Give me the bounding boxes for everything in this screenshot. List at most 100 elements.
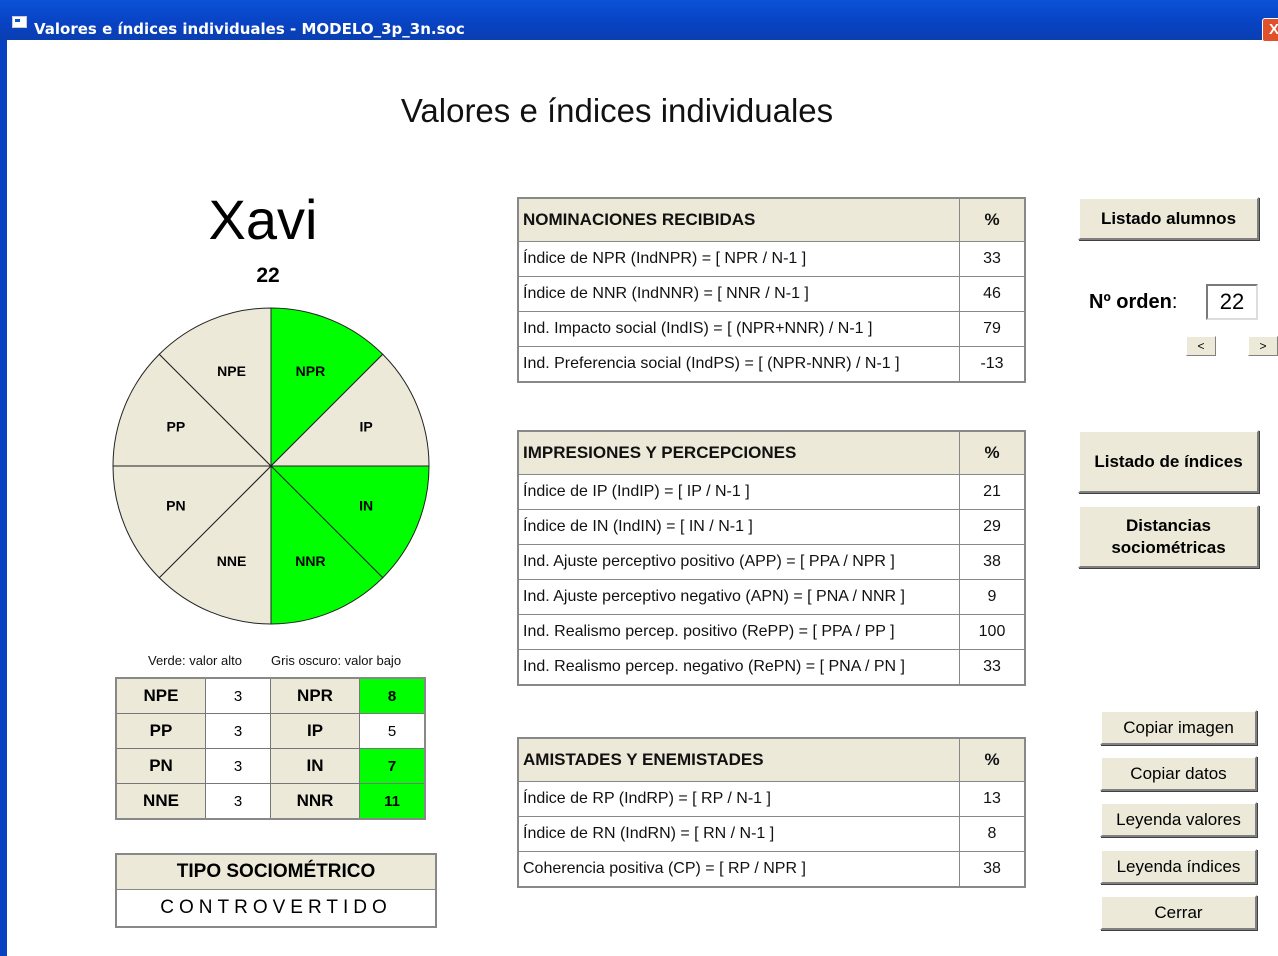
index-name: Ind. Impacto social (IndIS) = [ (NPR+NNR… [517,311,960,347]
table-row: Ind. Ajuste perceptivo positivo (APP) = … [517,544,1026,580]
index-name: Índice de IP (IndIP) = [ IP / N-1 ] [517,474,960,510]
listado-indices-button[interactable]: Listado de índices [1078,430,1259,493]
index-value: 33 [959,649,1026,686]
index-value: 38 [959,544,1026,580]
value-number: 7 [359,748,426,784]
sociometric-pie-chart: NPR IP IN NNR NNE PN PP NPE [112,307,430,625]
pie-label-in: IN [359,497,373,513]
index-value: 38 [959,851,1026,888]
student-number: 22 [256,264,280,287]
table-row: Índice de NNR (IndNNR) = [ NNR / N-1 ] 46 [517,276,1026,312]
sociometric-type-box: TIPO SOCIOMÉTRICO CONTROVERTIDO [115,853,437,928]
table-header: IMPRESIONES Y PERCEPCIONES [517,430,960,475]
index-name: Índice de NPR (IndNPR) = [ NPR / N-1 ] [517,241,960,277]
sociometric-type-header: TIPO SOCIOMÉTRICO [117,855,435,890]
index-value: 29 [959,509,1026,545]
copiar-imagen-button[interactable]: Copiar imagen [1100,710,1257,745]
value-label: PN [115,748,206,784]
percent-header: % [959,737,1026,782]
copiar-datos-button[interactable]: Copiar datos [1100,756,1257,791]
value-label: IN [270,748,360,784]
cerrar-button[interactable]: Cerrar [1100,895,1257,930]
pie-label-pp: PP [166,419,185,435]
orden-label-text: Nº orden [1089,291,1172,313]
pie-label-pn: PN [166,497,185,513]
values-table-row: PN 3 IN 7 [115,748,426,784]
pie-label-nnr: NNR [295,553,325,569]
table-header-row: NOMINACIONES RECIBIDAS% [517,197,1026,242]
value-label: NNR [270,783,360,820]
table-row: Índice de RN (IndRN) = [ RN / N-1 ] 8 [517,816,1026,852]
window-titlebar: Valores e índices individuales - MODELO_… [0,0,1278,42]
value-label: PP [115,713,206,749]
index-value: 100 [959,614,1026,650]
legend-gray-text: Gris oscuro: valor bajo [271,653,402,668]
table-row: Ind. Realismo percep. positivo (RePP) = … [517,614,1026,650]
value-number: 3 [205,748,271,784]
page-title: Valores e índices individuales [400,92,834,129]
table-row: Índice de RP (IndRP) = [ RP / N-1 ] 13 [517,781,1026,817]
value-number: 3 [205,677,271,714]
index-value: 33 [959,241,1026,277]
window-frame-left [0,40,7,956]
value-label: IP [270,713,360,749]
table-row: Índice de NPR (IndNPR) = [ NPR / N-1 ] 33 [517,241,1026,277]
value-number: 8 [359,677,426,714]
percent-header: % [959,197,1026,242]
value-number: 3 [205,713,271,749]
close-window-icon[interactable]: X [1262,18,1278,42]
value-number: 5 [359,713,426,749]
table-row: Coherencia positiva (CP) = [ RP / NPR ] 3… [517,851,1026,888]
leyenda-valores-button[interactable]: Leyenda valores [1100,802,1257,837]
table-row: Ind. Ajuste perceptivo negativo (APN) = … [517,579,1026,615]
value-number: 3 [205,783,271,820]
table-header: NOMINACIONES RECIBIDAS [517,197,960,242]
index-name: Índice de NNR (IndNNR) = [ NNR / N-1 ] [517,276,960,312]
values-table-row: PP 3 IP 5 [115,713,426,749]
table-impresiones-percepciones: IMPRESIONES Y PERCEPCIONES% Índice de IP … [517,430,1026,686]
table-row: Ind. Impacto social (IndIS) = [ (NPR+NNR… [517,311,1026,347]
index-value: 46 [959,276,1026,312]
index-name: Ind. Realismo percep. positivo (RePP) = … [517,614,960,650]
index-name: Índice de RP (IndRP) = [ RP / N-1 ] [517,781,960,817]
table-row: Ind. Realismo percep. negativo (RePN) = … [517,649,1026,686]
index-value: 8 [959,816,1026,852]
index-value: 9 [959,579,1026,615]
index-value: 13 [959,781,1026,817]
orden-input[interactable]: 22 [1206,284,1258,320]
distancias-sociometricas-button[interactable]: Distancias sociométricas [1078,505,1259,568]
app-window-icon [12,16,27,28]
next-student-button[interactable]: > [1248,336,1278,356]
index-name: Ind. Ajuste perceptivo negativo (APN) = … [517,579,960,615]
table-header-row: IMPRESIONES Y PERCEPCIONES% [517,430,1026,475]
table-row: Índice de IP (IndIP) = [ IP / N-1 ] 21 [517,474,1026,510]
pie-label-npe: NPE [217,363,246,379]
table-nominaciones-recibidas: NOMINACIONES RECIBIDAS% Índice de NPR (In… [517,197,1026,383]
listado-alumnos-button[interactable]: Listado alumnos [1078,197,1259,240]
values-table: NPE 3 NPR 8 PP 3 IP 5 PN 3 IN 7 NNE 3 NNR 11 [115,677,426,820]
pie-label-nne: NNE [217,553,247,569]
pie-label-ip: IP [360,419,373,435]
index-value: 79 [959,311,1026,347]
orden-label: Nº orden: [1089,291,1177,314]
window-title: Valores e índices individuales - MODELO_… [34,20,465,38]
index-name: Coherencia positiva (CP) = [ RP / NPR ] [517,851,960,888]
value-label: NPE [115,677,206,714]
table-amistades-enemistades: AMISTADES Y ENEMISTADES% Índice de RP (In… [517,737,1026,888]
index-name: Índice de RN (IndRN) = [ RN / N-1 ] [517,816,960,852]
previous-student-button[interactable]: < [1186,336,1216,356]
table-row: Ind. Preferencia social (IndPS) = [ (NPR… [517,346,1026,383]
pie-label-npr: NPR [296,363,326,379]
leyenda-indices-button[interactable]: Leyenda índices [1100,849,1257,884]
table-header-row: AMISTADES Y ENEMISTADES% [517,737,1026,782]
table-header: AMISTADES Y ENEMISTADES [517,737,960,782]
index-name: Ind. Realismo percep. negativo (RePN) = … [517,649,960,686]
table-row: Índice de IN (IndIN) = [ IN / N-1 ] 29 [517,509,1026,545]
student-name: Xavi [208,188,318,251]
index-name: Ind. Ajuste perceptivo positivo (APP) = … [517,544,960,580]
values-table-row: NNE 3 NNR 11 [115,783,426,820]
percent-header: % [959,430,1026,475]
legend-green-text: Verde: valor alto [148,653,242,668]
index-name: Ind. Preferencia social (IndPS) = [ (NPR… [517,346,960,383]
value-label: NNE [115,783,206,820]
